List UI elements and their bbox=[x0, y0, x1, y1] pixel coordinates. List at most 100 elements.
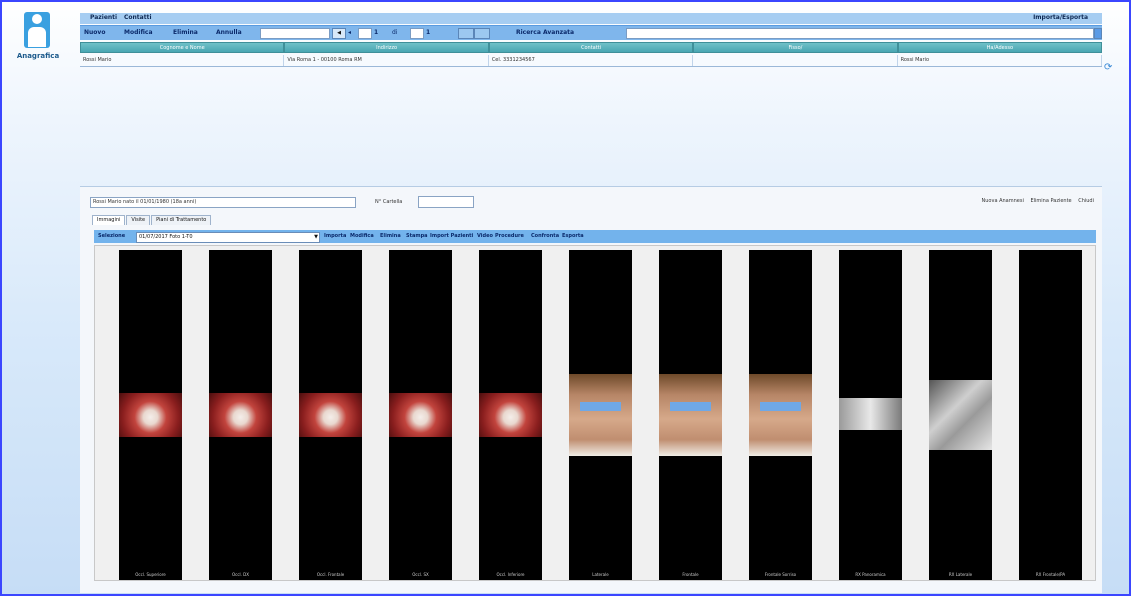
photo-caption: Frontale bbox=[659, 570, 722, 580]
tab-piani[interactable]: Piani di Trattamento bbox=[151, 215, 212, 225]
page-current: 1 bbox=[374, 29, 379, 36]
column-header[interactable]: Ha/Adesso bbox=[897, 42, 1103, 53]
photo-thumbnail bbox=[299, 393, 362, 437]
image-toolbar: Selezione 01/07/2017 Foto 1-T0 ▼ Importa… bbox=[94, 230, 1096, 243]
photo-slot[interactable]: Frontale bbox=[659, 250, 722, 580]
search-button[interactable] bbox=[1094, 28, 1102, 39]
column-header[interactable]: Fisso/ bbox=[693, 42, 898, 53]
photo-slot[interactable]: Occl. SX bbox=[389, 250, 452, 580]
close-link[interactable]: Chiudi bbox=[1078, 198, 1094, 204]
column-header[interactable]: Cognome e Nome bbox=[80, 42, 285, 53]
delete-button[interactable]: Elimina bbox=[173, 29, 198, 36]
session-select[interactable]: 01/07/2017 Foto 1-T0 ▼ bbox=[136, 232, 320, 243]
photo-thumbnail bbox=[569, 374, 632, 456]
session-select-value: 01/07/2017 Foto 1-T0 bbox=[139, 234, 193, 240]
record-toolbar: Nuovo Modifica Elimina Annulla ◀ ◂ 1 di … bbox=[80, 25, 1102, 40]
photo-slot[interactable]: RX Laterale bbox=[929, 250, 992, 580]
delete-patient-link[interactable]: Elimina Paziente bbox=[1030, 198, 1071, 204]
compare-button[interactable]: Confronta bbox=[531, 233, 559, 239]
photo-thumbnail bbox=[659, 374, 722, 456]
first-page-button[interactable]: ◀ bbox=[332, 28, 346, 39]
patient-field[interactable]: Rossi Mario nato il 01/01/1980 (18a anni… bbox=[90, 197, 356, 208]
photo-thumbnail bbox=[479, 393, 542, 437]
panel-links: Nuova Anamnesi Elimina Paziente Chiudi bbox=[977, 198, 1094, 204]
table-row[interactable]: Rossi Mario Via Roma 1 - 00100 Roma RM C… bbox=[80, 55, 1103, 67]
edit-image-button[interactable]: Modifica bbox=[350, 233, 374, 239]
new-button[interactable]: Nuovo bbox=[84, 29, 105, 36]
app-logo[interactable]: Anagrafica bbox=[10, 8, 65, 63]
procedure-button[interactable]: Procedure bbox=[495, 233, 524, 239]
app-name: Anagrafica bbox=[16, 52, 60, 60]
advanced-search-label[interactable]: Ricerca Avanzata bbox=[516, 29, 574, 36]
page-previous-label[interactable]: ◂ bbox=[348, 29, 351, 36]
search-input[interactable] bbox=[626, 28, 1094, 39]
print-button[interactable]: Stampa bbox=[406, 233, 428, 239]
cell-address: Via Roma 1 - 00100 Roma RM bbox=[284, 55, 489, 66]
photo-caption: RX Laterale bbox=[929, 570, 992, 580]
photo-thumbnail bbox=[839, 398, 902, 430]
photo-thumbnail bbox=[389, 393, 452, 437]
patient-grid-header: Cognome e Nome Indirizzo Contatti Fisso/… bbox=[80, 42, 1103, 53]
edit-button[interactable]: Modifica bbox=[124, 29, 153, 36]
photo-slot[interactable]: Frontale Sorriso bbox=[749, 250, 812, 580]
import-export-link[interactable]: Importa/Esporta bbox=[1033, 14, 1088, 21]
tab-pazienti[interactable]: Pazienti bbox=[90, 14, 117, 21]
cell-name: Rossi Mario bbox=[80, 55, 285, 66]
photo-caption: Occl. Superiore bbox=[119, 570, 182, 580]
photo-thumbnail bbox=[119, 393, 182, 437]
page-number-input[interactable] bbox=[358, 28, 372, 39]
privacy-mask bbox=[760, 402, 801, 411]
image-strip: Occl. Superiore Occl. DX Occl. Frontale Occ… bbox=[94, 245, 1096, 581]
export-button[interactable]: Esporta bbox=[562, 233, 584, 239]
top-menu-bar: Pazienti Contatti Importa/Esporta bbox=[80, 13, 1102, 24]
photo-caption: Frontale Sorriso bbox=[749, 570, 812, 580]
photo-thumbnail bbox=[749, 374, 812, 456]
privacy-mask bbox=[580, 402, 621, 411]
photo-thumbnail bbox=[209, 393, 272, 437]
photo-thumbnail bbox=[929, 380, 992, 450]
page-total-field bbox=[410, 28, 424, 39]
tab-immagini[interactable]: Immagini bbox=[92, 215, 126, 225]
privacy-mask bbox=[670, 402, 711, 411]
photo-caption: Occl. Inferiore bbox=[479, 570, 542, 580]
user-icon-body bbox=[28, 27, 46, 47]
delete-image-button[interactable]: Elimina bbox=[380, 233, 401, 239]
video-button[interactable]: Video bbox=[477, 233, 493, 239]
photo-slot[interactable]: Occl. Inferiore bbox=[479, 250, 542, 580]
photo-slot[interactable]: Occl. Superiore bbox=[119, 250, 182, 580]
cell-extra: Rossi Mario bbox=[898, 55, 1103, 66]
cartella-label: N° Cartella bbox=[375, 199, 403, 205]
page-total: 1 bbox=[426, 29, 431, 36]
import-button[interactable]: Importa bbox=[324, 233, 346, 239]
photo-slot[interactable]: Laterale bbox=[569, 250, 632, 580]
photo-caption: RX Frontale/PA bbox=[1019, 570, 1082, 580]
photo-caption: Laterale bbox=[569, 570, 632, 580]
new-anamnesis-link[interactable]: Nuova Anamnesi bbox=[982, 198, 1024, 204]
selection-label: Selezione bbox=[98, 233, 126, 239]
cartella-input[interactable] bbox=[418, 196, 474, 208]
refresh-icon[interactable]: ⟳ bbox=[1104, 62, 1112, 73]
photo-caption: Occl. DX bbox=[209, 570, 272, 580]
column-header[interactable]: Indirizzo bbox=[284, 42, 489, 53]
chevron-down-icon: ▼ bbox=[314, 234, 318, 240]
photo-slot[interactable]: Occl. Frontale bbox=[299, 250, 362, 580]
photo-caption: Occl. Frontale bbox=[299, 570, 362, 580]
cell-contacts: Cel. 3331234567 bbox=[489, 55, 694, 66]
quick-search-input[interactable] bbox=[260, 28, 330, 39]
photo-slot[interactable]: Occl. DX bbox=[209, 250, 272, 580]
next-record-button[interactable] bbox=[474, 28, 490, 39]
tab-contatti[interactable]: Contatti bbox=[124, 14, 152, 21]
photo-slot[interactable]: RX Frontale/PA bbox=[1019, 250, 1082, 580]
photo-caption: Occl. SX bbox=[389, 570, 452, 580]
user-icon-head bbox=[32, 14, 42, 24]
import-patients-button[interactable]: Import Pazienti bbox=[430, 233, 473, 239]
cell-phone bbox=[693, 55, 898, 66]
page-of-label: di bbox=[392, 29, 398, 36]
prev-record-button[interactable] bbox=[458, 28, 474, 39]
column-header[interactable]: Contatti bbox=[488, 42, 694, 53]
tab-visite[interactable]: Visite bbox=[126, 215, 151, 225]
patient-detail-panel: Rossi Mario nato il 01/01/1980 (18a anni… bbox=[80, 186, 1102, 593]
cancel-button[interactable]: Annulla bbox=[216, 29, 242, 36]
photo-slot[interactable]: RX Panoramica bbox=[839, 250, 902, 580]
photo-caption: RX Panoramica bbox=[839, 570, 902, 580]
